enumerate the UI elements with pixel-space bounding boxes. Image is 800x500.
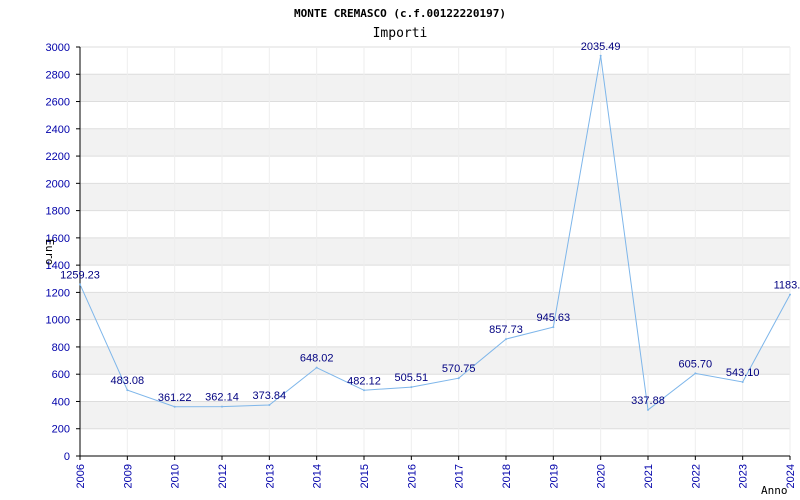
data-point bbox=[363, 389, 365, 392]
data-label: 362.14 bbox=[205, 392, 239, 404]
x-tick-label: 2012 bbox=[217, 464, 229, 488]
y-tick-label: 800 bbox=[52, 342, 70, 354]
chart-canvas: 0200400600800100012001400160018002000220… bbox=[43, 7, 800, 497]
data-label: 570.75 bbox=[442, 363, 476, 375]
data-point bbox=[741, 380, 744, 383]
x-tick-label: 2009 bbox=[122, 464, 134, 488]
data-label: 482.12 bbox=[347, 375, 381, 387]
grid-band bbox=[80, 74, 790, 102]
data-point bbox=[126, 389, 129, 392]
y-tick-label: 1800 bbox=[46, 206, 70, 218]
y-tick-label: 2400 bbox=[46, 124, 70, 136]
x-axis-label: Anno bbox=[761, 484, 788, 497]
x-tick-label: 2010 bbox=[170, 464, 182, 488]
grid-band bbox=[80, 292, 790, 320]
data-label: 373.84 bbox=[253, 390, 287, 402]
data-point bbox=[221, 405, 223, 408]
data-point bbox=[647, 408, 649, 411]
x-tick-label: 2018 bbox=[501, 464, 513, 488]
y-tick-label: 400 bbox=[52, 396, 70, 408]
data-label: 945.63 bbox=[537, 312, 571, 324]
data-label: 2035.49 bbox=[581, 41, 621, 53]
data-point bbox=[173, 405, 176, 408]
data-point bbox=[268, 404, 271, 407]
data-point bbox=[599, 54, 602, 57]
x-tick-label: 2022 bbox=[690, 464, 702, 488]
data-label: 505.51 bbox=[395, 372, 429, 384]
data-label: 483.08 bbox=[111, 375, 145, 387]
x-tick-label: 2015 bbox=[359, 464, 371, 488]
x-tick-label: 2013 bbox=[264, 464, 276, 488]
grid-band bbox=[80, 183, 790, 211]
data-point bbox=[457, 377, 460, 380]
y-tick-label: 2200 bbox=[46, 151, 70, 163]
x-tick-label: 2017 bbox=[454, 464, 466, 488]
data-point bbox=[505, 338, 507, 341]
x-tick-label: 2014 bbox=[312, 464, 324, 488]
data-label: 1183.7 bbox=[774, 280, 800, 292]
data-point bbox=[789, 293, 791, 296]
y-tick-label: 0 bbox=[64, 451, 70, 463]
data-label: 337.88 bbox=[631, 395, 665, 407]
data-label: 1259.23 bbox=[60, 269, 100, 281]
chart-subtitle: Importi bbox=[373, 26, 428, 41]
y-tick-label: 1200 bbox=[46, 287, 70, 299]
data-label: 361.22 bbox=[158, 392, 192, 404]
data-point bbox=[552, 326, 555, 329]
x-tick-label: 2020 bbox=[596, 464, 608, 488]
y-tick-label: 3000 bbox=[46, 42, 70, 54]
x-tick-label: 2006 bbox=[75, 464, 87, 488]
x-tick-label: 2021 bbox=[643, 464, 655, 488]
data-label: 648.02 bbox=[300, 353, 334, 365]
data-point bbox=[410, 386, 413, 389]
data-label: 605.70 bbox=[679, 358, 713, 370]
y-tick-label: 600 bbox=[52, 369, 70, 381]
y-axis-label: Euro bbox=[43, 239, 56, 266]
data-label: 857.73 bbox=[489, 324, 523, 336]
y-tick-label: 2000 bbox=[46, 178, 70, 190]
y-tick-label: 1000 bbox=[46, 315, 70, 327]
y-tick-label: 2600 bbox=[46, 97, 70, 109]
x-tick-labels: 2006 2009 2010 2012 2013 2014 2015 2016 2017 2018… bbox=[75, 456, 797, 488]
x-tick-label: 2019 bbox=[548, 464, 560, 488]
data-point bbox=[315, 366, 318, 369]
y-tick-label: 2800 bbox=[46, 69, 70, 81]
data-point bbox=[694, 372, 697, 375]
data-label: 543.10 bbox=[726, 367, 760, 379]
x-tick-label: 2023 bbox=[738, 464, 750, 488]
x-tick-label: 2016 bbox=[406, 464, 418, 488]
grid-band bbox=[80, 401, 790, 429]
grid-band bbox=[80, 128, 790, 157]
data-point bbox=[79, 283, 81, 286]
grid-band bbox=[80, 237, 790, 266]
y-tick-label: 200 bbox=[52, 424, 70, 436]
chart-title: MONTE CREMASCO (c.f.00122220197) bbox=[294, 7, 506, 20]
